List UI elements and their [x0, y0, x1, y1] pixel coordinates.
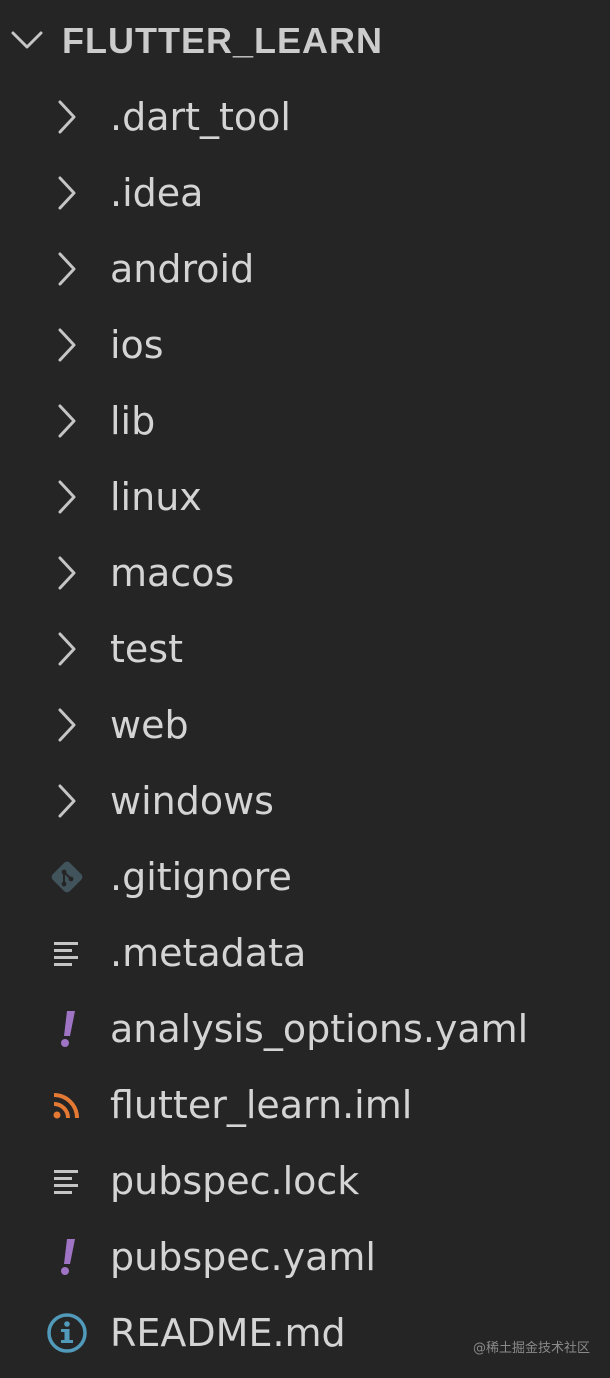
folder-label: .idea: [110, 171, 204, 215]
file-gitignore[interactable]: .gitignore: [0, 839, 610, 915]
file-label: analysis_options.yaml: [110, 1007, 529, 1051]
chevron-down-icon[interactable]: [10, 28, 44, 52]
file-label: pubspec.lock: [110, 1159, 360, 1203]
folder-label: test: [110, 627, 183, 671]
folder-label: macos: [110, 551, 235, 595]
chevron-right-icon: [44, 553, 90, 593]
chevron-right-icon: [44, 477, 90, 517]
folder-web[interactable]: web: [0, 687, 610, 763]
text-lines-icon: [44, 1161, 90, 1201]
folder-android[interactable]: android: [0, 231, 610, 307]
folder-linux[interactable]: linux: [0, 459, 610, 535]
chevron-right-icon: [44, 249, 90, 289]
chevron-right-icon: [44, 401, 90, 441]
chevron-right-icon: [44, 629, 90, 669]
file-label: pubspec.yaml: [110, 1235, 376, 1279]
folder-dart-tool[interactable]: .dart_tool: [0, 79, 610, 155]
chevron-right-icon: [44, 705, 90, 745]
file-label: README.md: [110, 1311, 346, 1355]
folder-ios[interactable]: ios: [0, 307, 610, 383]
folder-macos[interactable]: macos: [0, 535, 610, 611]
folder-label: web: [110, 703, 189, 747]
folder-windows[interactable]: windows: [0, 763, 610, 839]
file-pubspec-lock[interactable]: pubspec.lock: [0, 1143, 610, 1219]
folder-label: linux: [110, 475, 202, 519]
chevron-right-icon: [44, 173, 90, 213]
rss-feed-icon: [44, 1085, 90, 1125]
folder-label: android: [110, 247, 255, 291]
info-icon: [44, 1313, 90, 1353]
file-explorer: FLUTTER_LEARN .dart_tool .idea android i…: [0, 0, 610, 1378]
file-pubspec-yaml[interactable]: pubspec.yaml: [0, 1219, 610, 1295]
file-label: .metadata: [110, 931, 307, 975]
file-analysis-options[interactable]: analysis_options.yaml: [0, 991, 610, 1067]
folder-label: lib: [110, 399, 156, 443]
folder-label: .dart_tool: [110, 95, 291, 139]
file-readme[interactable]: README.md: [0, 1295, 610, 1371]
file-label: .gitignore: [110, 855, 292, 899]
folder-label: windows: [110, 779, 274, 823]
file-label: flutter_learn.iml: [110, 1083, 413, 1127]
folder-lib[interactable]: lib: [0, 383, 610, 459]
yaml-exclamation-icon: [44, 1009, 90, 1049]
git-file-icon: [44, 857, 90, 897]
yaml-exclamation-icon: [44, 1237, 90, 1277]
chevron-right-icon: [44, 325, 90, 365]
watermark: @稀土掘金技术社区: [472, 1341, 590, 1356]
folder-idea[interactable]: .idea: [0, 155, 610, 231]
folder-label: ios: [110, 323, 164, 367]
chevron-right-icon: [44, 781, 90, 821]
chevron-right-icon: [44, 97, 90, 137]
root-folder-title[interactable]: FLUTTER_LEARN: [62, 21, 383, 61]
root-folder-header[interactable]: FLUTTER_LEARN: [0, 4, 610, 76]
file-flutter-learn-iml[interactable]: flutter_learn.iml: [0, 1067, 610, 1143]
folder-test[interactable]: test: [0, 611, 610, 687]
text-lines-icon: [44, 933, 90, 973]
file-metadata[interactable]: .metadata: [0, 915, 610, 991]
